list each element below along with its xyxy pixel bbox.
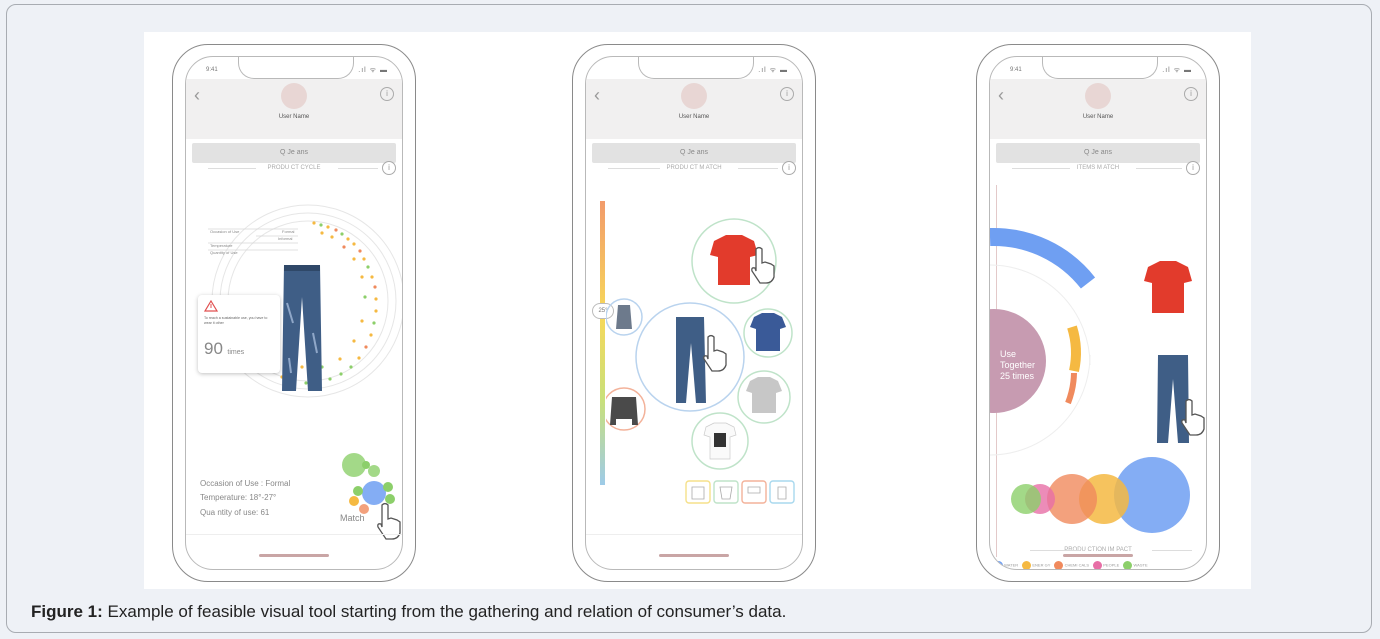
legend-waste: WASTE — [1133, 562, 1148, 568]
detail-temperature: Temperature: 18°-27° — [200, 493, 277, 502]
category-filter-bar[interactable] — [684, 479, 803, 505]
water-legend-dot — [994, 561, 1003, 569]
energy-legend-dot — [1022, 561, 1032, 569]
legend-energy: ENER GY — [1032, 562, 1051, 568]
figure-image: 9:41 .ıl ᯤ ▬ ‹ User Name i Q Je ans PROD… — [144, 32, 1251, 589]
back-icon[interactable]: ‹ — [194, 85, 200, 106]
info-icon[interactable]: i — [382, 161, 396, 175]
red-shirt-image — [1144, 261, 1192, 313]
caption-label: Figure 1: — [31, 602, 103, 621]
warning-icon — [204, 300, 218, 312]
info-icon[interactable]: i — [1186, 161, 1200, 175]
legend-formal: Formal — [282, 229, 295, 234]
signal-wifi-battery-icon: .ıl ᯤ ▬ — [1162, 67, 1192, 74]
info-icon[interactable]: i — [380, 87, 394, 101]
phone-notch — [1042, 57, 1158, 79]
alert-card: To reach a sustainable use, you have to … — [198, 295, 280, 373]
jeans-image — [282, 265, 322, 391]
avatar[interactable] — [1085, 83, 1111, 109]
temperature-slider[interactable] — [600, 201, 605, 485]
status-time: 9:41 — [1010, 67, 1022, 73]
section-title: PRODU CT M ATCH — [666, 165, 722, 171]
home-indicator — [259, 554, 329, 557]
search-input[interactable]: Q Je ans — [996, 143, 1200, 163]
waste-legend-dot — [1123, 561, 1133, 569]
signal-wifi-battery-icon: .ıl ᯤ ▬ — [758, 67, 788, 74]
info-icon[interactable]: i — [1184, 87, 1198, 101]
hand-pointer-icon — [751, 246, 775, 284]
blue-tee-image — [750, 313, 786, 351]
phone-notch — [638, 57, 754, 79]
legend-quantity: Quantity of Use — [210, 250, 238, 255]
grey-top-image — [616, 305, 632, 329]
section-header: PRODU CT M ATCH i — [586, 161, 802, 175]
production-impact-bubbles — [1011, 457, 1190, 533]
phone-items-match: 9:41 .ıl ᯤ ▬ ‹ User Name i Q Je ans ITEM… — [976, 44, 1220, 582]
section-title: ITEMS M ATCH — [1076, 165, 1120, 171]
username: User Name — [278, 114, 310, 120]
people-legend-dot — [1093, 561, 1103, 569]
grey-tee-image — [746, 377, 782, 413]
hand-pointer-icon — [377, 502, 401, 540]
items-match-chart — [990, 227, 1096, 456]
status-time: 9:41 — [206, 67, 218, 73]
app-header: ‹ User Name i Q Je ans — [990, 79, 1206, 163]
legend-people: PEOPLE — [1103, 562, 1120, 568]
app-header: ‹ User Name i Q Je ans — [186, 79, 402, 163]
match-label[interactable]: Match — [340, 513, 365, 523]
legend-water: WATER — [1004, 562, 1019, 568]
back-icon[interactable]: ‹ — [594, 85, 600, 106]
legend-occasion: Occasion of Use — [210, 229, 240, 234]
username: User Name — [1082, 114, 1114, 120]
legend-informal: Informal — [278, 236, 293, 241]
section-title: PRODU CT CYCLE — [267, 165, 321, 171]
section-header: PRODU CT CYCLE i — [186, 161, 402, 175]
signal-wifi-battery-icon: .ıl ᯤ ▬ — [358, 67, 388, 74]
avatar[interactable] — [281, 83, 307, 109]
app-header: ‹ User Name i Q Je ans — [586, 79, 802, 163]
sweater-image — [610, 397, 638, 425]
search-input[interactable]: Q Je ans — [592, 143, 796, 163]
search-input[interactable]: Q Je ans — [192, 143, 396, 163]
use-together-label: Use Together 25 times — [1000, 349, 1036, 381]
chemicals-legend-dot — [1054, 561, 1064, 569]
alert-unit: times — [227, 349, 245, 356]
caption-text: Example of feasible visual tool starting… — [102, 602, 787, 621]
phone-product-match: .ıl ᯤ ▬ ‹ User Name i Q Je ans PRODU CT … — [572, 44, 816, 582]
phone-product-cycle: 9:41 .ıl ᯤ ▬ ‹ User Name i Q Je ans PROD… — [172, 44, 416, 582]
info-icon[interactable]: i — [780, 87, 794, 101]
back-icon[interactable]: ‹ — [998, 85, 1004, 106]
home-indicator — [659, 554, 729, 557]
section-header: ITEMS M ATCH i — [990, 161, 1206, 175]
figure-frame: 9:41 .ıl ᯤ ▬ ‹ User Name i Q Je ans PROD… — [6, 4, 1372, 633]
avatar[interactable] — [681, 83, 707, 109]
hand-pointer-icon — [1181, 398, 1205, 436]
info-icon[interactable]: i — [782, 161, 796, 175]
home-indicator — [1063, 554, 1133, 557]
figure-caption: Figure 1: Example of feasible visual too… — [31, 602, 786, 622]
impact-legend: WATER ENER GY CHEMI CALS PEOPLE WASTE — [994, 561, 1206, 569]
phone-notch — [238, 57, 354, 79]
detail-quantity: Qua ntity of use: 61 — [200, 508, 270, 517]
alert-count: 90 — [204, 339, 223, 358]
legend-temperature: Temperature — [210, 243, 233, 248]
detail-occasion: Occasion of Use : Formal — [200, 479, 291, 488]
legend-chemicals: CHEMI CALS — [1064, 562, 1090, 568]
alert-text: To reach a sustainable use, you have to … — [204, 316, 268, 325]
username: User Name — [678, 114, 710, 120]
hand-pointer-icon — [703, 334, 727, 372]
